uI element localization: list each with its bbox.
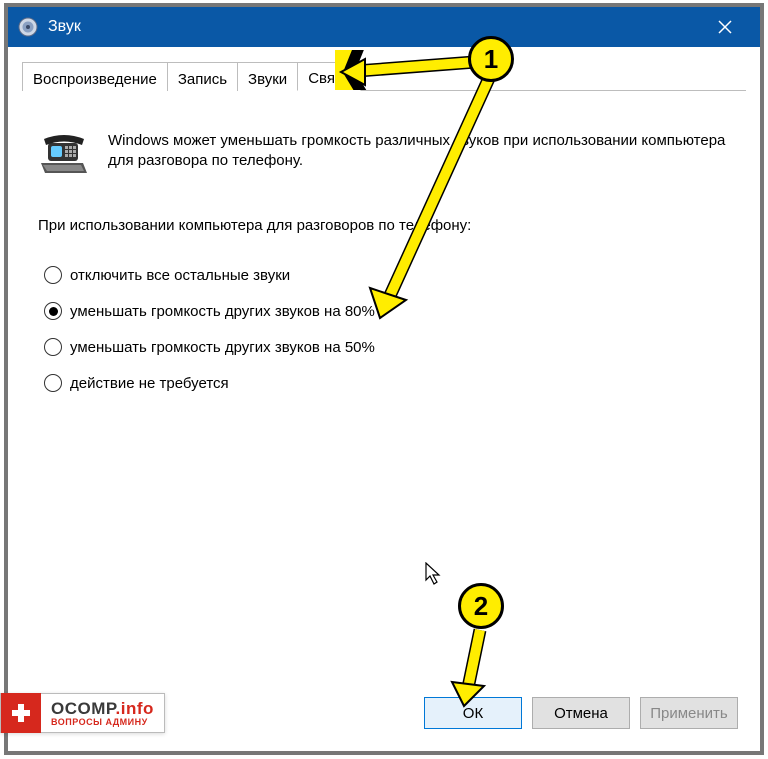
window-title: Звук — [48, 18, 81, 36]
close-icon — [718, 20, 732, 34]
cursor-icon — [425, 562, 443, 586]
cancel-button[interactable]: Отмена — [532, 697, 630, 729]
radio-reduce-50[interactable]: уменьшать громкость других звуков на 50% — [44, 338, 730, 356]
radio-icon — [44, 374, 62, 392]
radio-do-nothing[interactable]: действие не требуется — [44, 374, 730, 392]
speaker-icon — [18, 17, 38, 37]
tab-recording[interactable]: Запись — [167, 62, 238, 91]
radio-icon — [44, 266, 62, 284]
radio-icon — [44, 338, 62, 356]
annotation-arrow-1b — [360, 70, 520, 330]
ocomp-watermark: OCOMP.info ВОПРОСЫ АДМИНУ — [0, 693, 165, 733]
annotation-arrow-2 — [444, 626, 504, 716]
phone-icon — [38, 133, 90, 177]
annotation-badge-2: 2 — [458, 583, 504, 629]
tab-sounds[interactable]: Звуки — [237, 62, 298, 91]
close-button[interactable] — [700, 7, 750, 47]
tab-playback[interactable]: Воспроизведение — [22, 62, 168, 91]
titlebar: Звук — [8, 7, 760, 47]
radio-icon — [44, 302, 62, 320]
ocomp-text: OCOMP.info ВОПРОСЫ АДМИНУ — [41, 700, 164, 727]
annotation-badge-1: 1 — [468, 36, 514, 82]
apply-button: Применить — [640, 697, 738, 729]
ocomp-plus-icon — [1, 693, 41, 733]
